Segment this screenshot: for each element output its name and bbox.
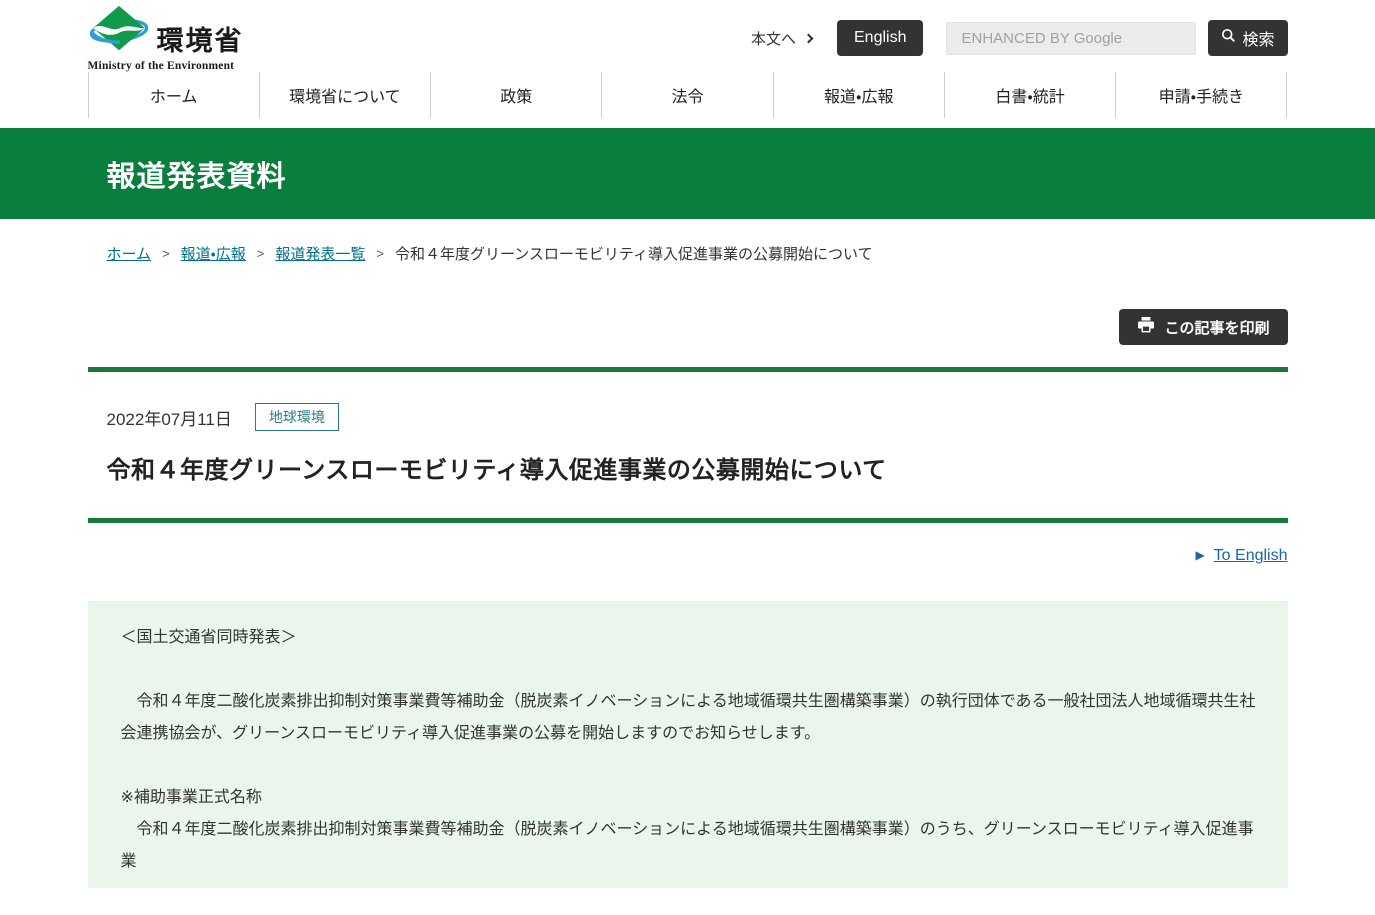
printer-icon: [1137, 317, 1155, 337]
nav-item-about[interactable]: 環境省について: [259, 72, 430, 118]
breadcrumb-press[interactable]: 報道・広報: [181, 243, 246, 264]
category-badge[interactable]: 地球環境: [255, 403, 339, 431]
page-banner: 報道発表資料: [0, 128, 1375, 219]
breadcrumb: ホーム > 報道・広報 > 報道発表一覧 > 令和４年度グリーンスローモビリティ…: [88, 243, 1288, 264]
skip-to-content-link[interactable]: 本文へ: [751, 28, 812, 49]
nav-item-applications[interactable]: 申請・手続き: [1115, 72, 1287, 118]
to-english-row: ▶ To English: [88, 547, 1288, 565]
to-english-link[interactable]: To English: [1214, 547, 1288, 564]
triangle-right-icon: ▶: [1195, 548, 1204, 562]
ministry-name: 環境省: [157, 28, 244, 59]
english-button[interactable]: English: [837, 20, 923, 56]
breadcrumb-separator: >: [376, 246, 384, 261]
article-body: ＜国土交通省同時発表＞ 令和４年度二酸化炭素排出抑制対策事業費等補助金（脱炭素イ…: [88, 601, 1288, 888]
article-paragraph: 令和４年度二酸化炭素排出抑制対策事業費等補助金（脱炭素イノベーションによる地域循…: [121, 686, 1258, 750]
section-divider: [88, 518, 1288, 523]
breadcrumb-separator: >: [162, 246, 170, 261]
main-content: ホーム > 報道・広報 > 報道発表一覧 > 令和４年度グリーンスローモビリティ…: [88, 243, 1288, 888]
breadcrumb-press-list[interactable]: 報道発表一覧: [275, 243, 365, 264]
joint-release-note: ＜国土交通省同時発表＞: [121, 622, 1258, 654]
search-button[interactable]: 検索: [1208, 20, 1287, 56]
nav-item-policy[interactable]: 政策: [430, 72, 601, 118]
page-banner-title: 報道発表資料: [88, 153, 1288, 195]
article-date: 2022年07月11日: [107, 405, 232, 430]
chevron-right-icon: [804, 34, 814, 44]
print-article-button[interactable]: この記事を印刷: [1119, 309, 1287, 345]
article-meta: 2022年07月11日 地球環境: [88, 403, 1288, 431]
site-header: 環境省 Ministry of the Environment 本文へ Engl…: [0, 0, 1375, 118]
ministry-name-en: Ministry of the Environment: [88, 60, 244, 72]
search-icon: [1221, 28, 1236, 48]
nav-item-home[interactable]: ホーム: [88, 72, 259, 118]
search-input[interactable]: [946, 22, 1196, 55]
breadcrumb-home[interactable]: ホーム: [107, 243, 152, 264]
nav-item-laws[interactable]: 法令: [601, 72, 772, 118]
article-title: 令和４年度グリーンスローモビリティ導入促進事業の公募開始について: [88, 450, 1288, 485]
breadcrumb-current-page: 令和４年度グリーンスローモビリティ導入促進事業の公募開始について: [395, 243, 873, 264]
ministry-logo-icon: [88, 4, 150, 59]
global-navigation: ホーム 環境省について 政策 法令 報道・広報 白書・統計 申請・手続き: [88, 72, 1288, 118]
note-title: ※補助事業正式名称: [121, 782, 1258, 814]
breadcrumb-separator: >: [257, 246, 265, 261]
nav-item-whitepaper[interactable]: 白書・統計: [944, 72, 1115, 118]
nav-item-press[interactable]: 報道・広報: [773, 72, 944, 118]
header-top: 環境省 Ministry of the Environment 本文へ Engl…: [88, 0, 1288, 72]
note-text: 令和４年度二酸化炭素排出抑制対策事業費等補助金（脱炭素イノベーションによる地域循…: [121, 814, 1258, 878]
print-row: この記事を印刷: [88, 309, 1288, 345]
ministry-logo[interactable]: 環境省 Ministry of the Environment: [88, 4, 244, 72]
header-utilities: 本文へ English 検索: [751, 20, 1288, 56]
section-divider: [88, 367, 1288, 372]
